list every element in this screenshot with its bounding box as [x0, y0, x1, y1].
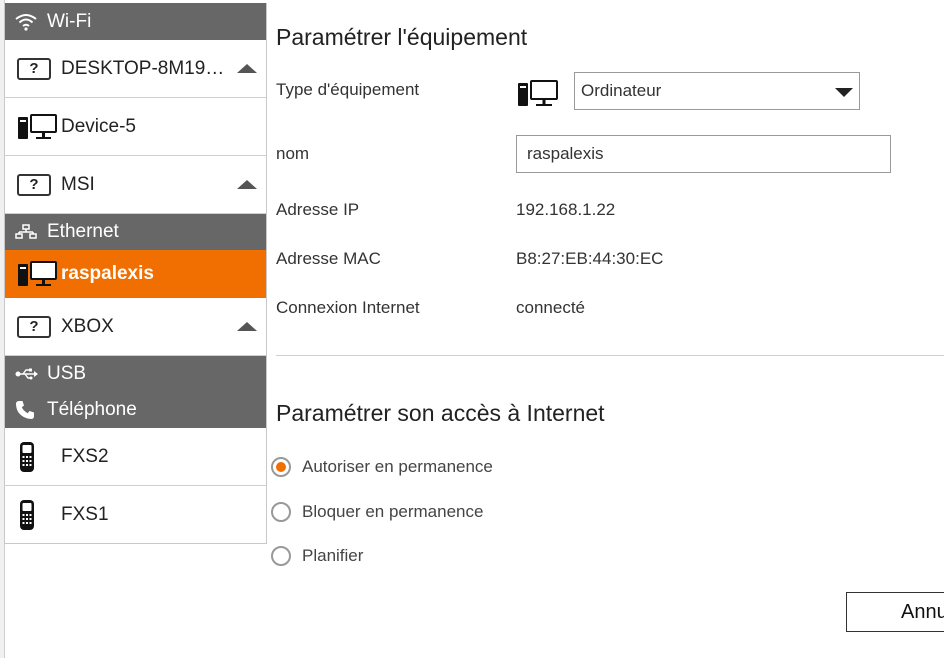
device-label: DESKTOP-8M19…	[61, 57, 225, 79]
connection-label: Connexion Internet	[276, 298, 420, 317]
device-label: raspalexis	[61, 263, 154, 284]
section-usb[interactable]: USB	[5, 356, 266, 392]
section-phone[interactable]: Téléphone	[5, 392, 266, 428]
device-sidebar: Wi-Fi ? DESKTOP-8M19… Device-5 ? MSI Eth…	[4, 3, 267, 544]
radio-block-always[interactable]: Bloquer en permanence	[271, 502, 483, 522]
section-wifi[interactable]: Wi-Fi	[5, 3, 266, 40]
connection-value: connecté	[516, 298, 585, 317]
radio-selected-indicator[interactable]	[271, 457, 291, 477]
cancel-button[interactable]: Annuler	[846, 592, 944, 632]
wifi-icon	[15, 13, 39, 31]
device-item-device-5[interactable]: Device-5	[5, 98, 266, 156]
device-type-select[interactable]: Ordinateur	[574, 72, 860, 110]
device-label: Device-5	[61, 115, 136, 137]
name-label: nom	[276, 144, 310, 163]
section-label: Wi-Fi	[47, 10, 92, 32]
ip-value: 192.168.1.22	[516, 200, 616, 219]
chevron-up-icon[interactable]	[237, 63, 257, 73]
device-label: FXS1	[61, 503, 109, 525]
mac-label: Adresse MAC	[276, 249, 381, 268]
page-title: Paramétrer l'équipement	[276, 24, 528, 50]
radio-indicator[interactable]	[271, 546, 291, 566]
device-item-desktop[interactable]: ? DESKTOP-8M19…	[5, 40, 266, 98]
radio-label: Planifier	[302, 546, 364, 565]
computer-type-icon	[517, 78, 559, 113]
ethernet-icon	[15, 224, 39, 240]
type-label: Type d'équipement	[276, 80, 420, 99]
chevron-up-icon[interactable]	[237, 179, 257, 189]
device-item-msi[interactable]: ? MSI	[5, 156, 266, 214]
divider	[276, 355, 944, 356]
unknown-device-icon: ?	[17, 171, 59, 199]
caret-down-icon	[835, 88, 853, 97]
unknown-device-icon: ?	[17, 55, 59, 83]
device-item-xbox[interactable]: ? XBOX	[5, 298, 266, 356]
section-label: Ethernet	[47, 221, 119, 242]
device-item-fxs2[interactable]: FXS2	[5, 428, 266, 486]
radio-allow-always[interactable]: Autoriser en permanence	[271, 457, 493, 477]
device-name-input[interactable]	[516, 135, 891, 173]
radio-label: Autoriser en permanence	[302, 457, 493, 476]
device-label: XBOX	[61, 315, 114, 337]
ip-label: Adresse IP	[276, 200, 360, 219]
computer-icon	[17, 113, 59, 141]
handset-icon	[17, 441, 59, 472]
usb-icon	[15, 367, 39, 381]
device-item-fxs1[interactable]: FXS1	[5, 486, 266, 543]
chevron-up-icon[interactable]	[237, 321, 257, 331]
device-label: FXS2	[61, 445, 109, 467]
phone-icon	[15, 400, 39, 420]
mac-value: B8:27:EB:44:30:EC	[516, 249, 664, 268]
radio-schedule[interactable]: Planifier	[271, 546, 363, 566]
computer-icon	[17, 260, 59, 288]
device-label: MSI	[61, 173, 95, 195]
radio-indicator[interactable]	[271, 502, 291, 522]
handset-icon	[17, 499, 59, 530]
device-item-raspalexis[interactable]: raspalexis	[5, 250, 266, 298]
section-ethernet[interactable]: Ethernet	[5, 214, 266, 250]
device-type-value: Ordinateur	[581, 81, 662, 100]
unknown-device-icon: ?	[17, 313, 59, 341]
section-label: Téléphone	[47, 399, 137, 420]
access-section-title: Paramétrer son accès à Internet	[276, 400, 605, 426]
section-label: USB	[47, 363, 87, 384]
radio-label: Bloquer en permanence	[302, 502, 484, 521]
